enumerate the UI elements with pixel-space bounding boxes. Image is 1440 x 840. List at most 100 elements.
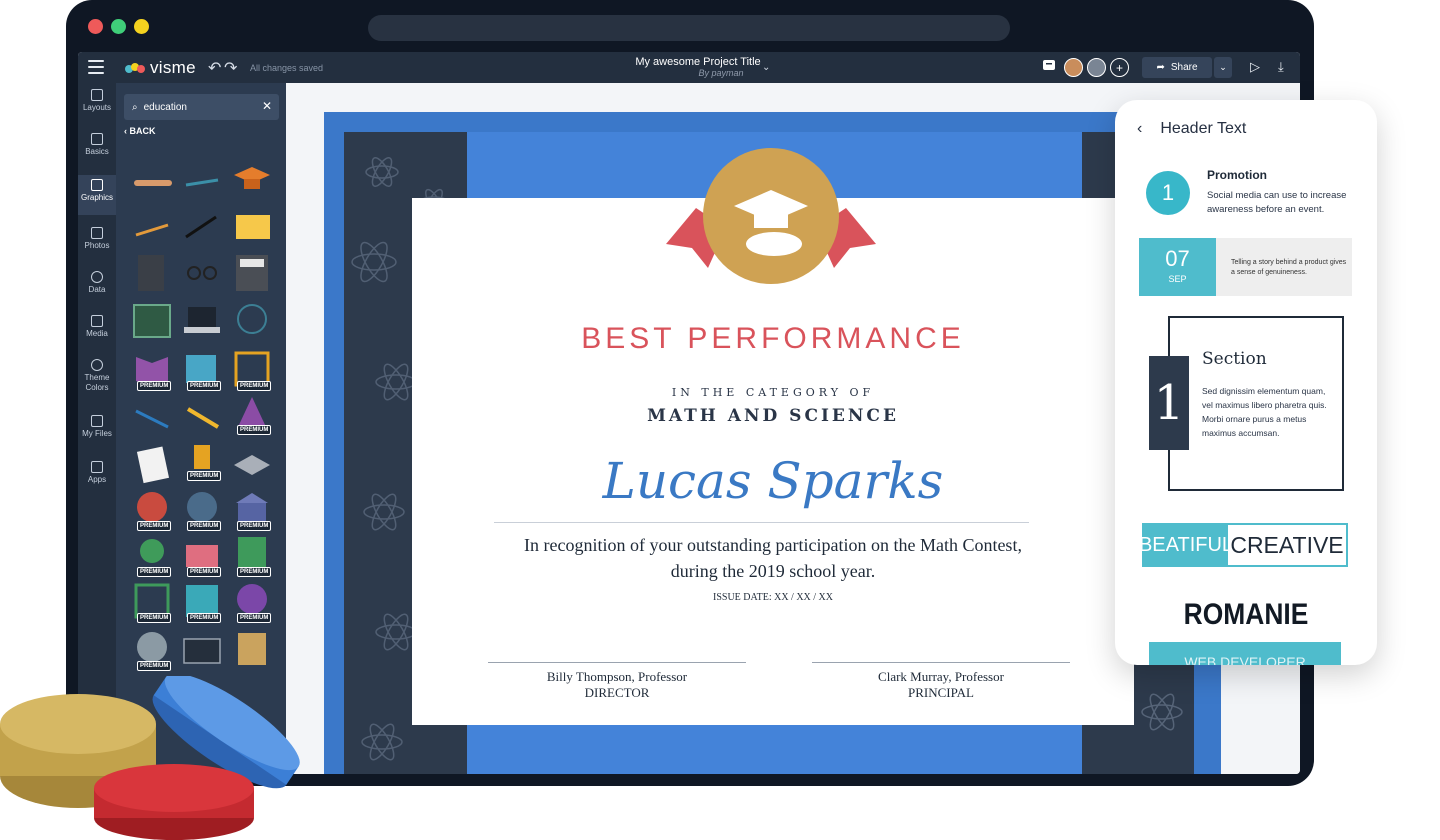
premium-badge: PREMIUM <box>187 471 222 481</box>
blue-pen-graphic[interactable] <box>132 397 172 437</box>
folder-icon <box>91 415 103 427</box>
date-badge: 07 SEP <box>1139 238 1216 296</box>
signer-name: Billy Thompson, Professor <box>546 669 688 684</box>
purple-globe-graphic[interactable]: PREMIUM <box>232 581 272 623</box>
undo-icon[interactable]: ↶ <box>208 58 221 78</box>
decorative-cylinders-icon <box>0 676 300 840</box>
open-book-graphic[interactable]: PREMIUM <box>132 349 172 391</box>
glasses-graphic[interactable] <box>182 253 222 293</box>
pencil-graphic[interactable] <box>132 207 172 247</box>
paper-sheet-graphic[interactable] <box>132 445 172 485</box>
project-title-block[interactable]: My awesome Project Title By payman <box>623 56 773 78</box>
back-link[interactable]: ‹ BACK <box>124 126 156 136</box>
brain-head-graphic[interactable] <box>232 301 272 341</box>
fountain-pen-graphic[interactable] <box>182 207 222 247</box>
graduation-seal-icon <box>666 148 876 284</box>
chalkboard-graphic[interactable] <box>132 301 172 341</box>
date-description: Telling a story behind a product gives a… <box>1216 238 1352 296</box>
books-graphic[interactable]: PREMIUM <box>182 349 222 391</box>
close-dot[interactable] <box>88 19 103 34</box>
nav-item-theme-colors[interactable]: Theme Colors <box>78 359 116 401</box>
student-graphic[interactable]: PREMIUM <box>132 535 172 577</box>
logo-text: visme <box>150 58 196 77</box>
share-button[interactable]: ➦ Share <box>1142 57 1212 78</box>
tiled-floor-graphic[interactable] <box>232 445 272 485</box>
comment-icon[interactable] <box>1042 59 1056 76</box>
nav-item-media[interactable]: Media <box>78 315 116 349</box>
search-value: education <box>143 101 187 113</box>
add-collaborator-icon[interactable]: + <box>1110 58 1129 77</box>
premium-badge: PREMIUM <box>187 613 222 623</box>
signature-line <box>488 662 746 663</box>
laptop-graphic[interactable] <box>182 301 222 341</box>
signer-name: Clark Murray, Professor <box>878 669 1004 684</box>
recognition-line-2: during the 2019 school year. <box>670 561 876 581</box>
promo-title: Promotion <box>1207 168 1267 182</box>
project-title[interactable]: My awesome Project Title <box>623 56 773 68</box>
minimize-dot[interactable] <box>134 19 149 34</box>
play-icon[interactable]: ▷ <box>1250 59 1260 75</box>
phone-header-title: Header Text <box>1160 120 1247 137</box>
nav-item-basics[interactable]: Basics <box>78 133 116 169</box>
redo-icon[interactable]: ↷ <box>224 58 237 78</box>
avatar[interactable] <box>1064 58 1083 77</box>
premium-badge: PREMIUM <box>187 381 222 391</box>
premium-badge: PREMIUM <box>187 521 222 531</box>
grey-globe-graphic[interactable]: PREMIUM <box>132 629 172 671</box>
signer-role: DIRECTOR <box>584 685 650 700</box>
chevron-left-icon[interactable]: ‹ <box>1137 120 1142 138</box>
download-icon[interactable]: ⤓ <box>1278 59 1284 75</box>
nav-item-layouts[interactable]: Layouts <box>78 89 116 123</box>
premium-badge: PREMIUM <box>237 567 272 577</box>
pen-graphic[interactable] <box>182 163 222 203</box>
save-status: All changes saved <box>250 63 324 73</box>
certificate-paper[interactable]: BEST PERFORMANCE IN THE CATEGORY OF MATH… <box>412 148 1134 725</box>
nav-item-graphics[interactable]: Graphics <box>78 175 116 215</box>
avatar[interactable] <box>1087 58 1106 77</box>
yellow-pencil-graphic[interactable] <box>182 397 222 437</box>
promo-description: Social media can use to increase awarene… <box>1207 190 1347 215</box>
photo-icon <box>91 227 103 239</box>
tablet-graphic[interactable] <box>182 631 222 671</box>
abacus-graphic[interactable]: PREMIUM <box>232 349 272 391</box>
issue-date: ISSUE DATE: XX / XX / XX <box>713 592 833 603</box>
nav-item-apps[interactable]: Apps <box>78 461 116 495</box>
maximize-dot[interactable] <box>111 19 126 34</box>
calculator-graphic[interactable] <box>232 253 272 293</box>
diploma-scroll-graphic[interactable] <box>132 163 172 203</box>
graphics-icon <box>91 179 103 191</box>
sticky-notes-graphic[interactable] <box>232 205 272 245</box>
open-book-pink-graphic[interactable]: PREMIUM <box>182 535 222 577</box>
green-calculator-graphic[interactable]: PREMIUM <box>232 535 272 577</box>
creative-banner-right: CREATIVE <box>1230 531 1344 558</box>
scroll-paper-graphic[interactable] <box>232 629 272 669</box>
signature-block-principal: Clark Murray, Professor PRINCIPAL <box>812 662 1070 701</box>
premium-badge: PREMIUM <box>187 567 222 577</box>
nav-label: Layouts <box>82 103 112 112</box>
museum-graphic[interactable]: PREMIUM <box>232 489 272 531</box>
trophy-graphic[interactable]: PREMIUM <box>182 439 222 481</box>
abacus-green-graphic[interactable]: PREMIUM <box>132 581 172 623</box>
search-input[interactable]: ⌕ education ✕ <box>124 94 279 120</box>
graduation-cap-graphic[interactable] <box>232 159 272 199</box>
window-controls <box>88 19 149 34</box>
share-dropdown-button[interactable]: ⌄ <box>1214 57 1232 78</box>
world-globe-graphic[interactable]: PREMIUM <box>182 489 222 531</box>
teal-calculator-graphic[interactable]: PREMIUM <box>182 581 222 623</box>
visme-logo[interactable]: visme <box>124 58 196 78</box>
nav-item-my-files[interactable]: My Files <box>78 415 116 449</box>
menu-icon[interactable] <box>88 60 104 74</box>
notebook-graphic[interactable] <box>132 253 172 293</box>
nav-item-photos[interactable]: Photos <box>78 227 116 261</box>
nav-item-data[interactable]: Data <box>78 271 116 305</box>
layouts-icon <box>91 89 103 101</box>
palette-icon <box>91 359 103 371</box>
shapes-icon <box>91 133 103 145</box>
address-bar[interactable] <box>368 15 1010 41</box>
promo-number: 1 <box>1146 171 1190 215</box>
clear-search-icon[interactable]: ✕ <box>262 99 272 113</box>
science-flask-graphic[interactable]: PREMIUM <box>232 393 272 435</box>
phone-header: ‹ Header Text <box>1137 120 1246 138</box>
globe-graphic[interactable]: PREMIUM <box>132 489 172 531</box>
chevron-down-icon[interactable]: ⌄ <box>762 62 770 73</box>
